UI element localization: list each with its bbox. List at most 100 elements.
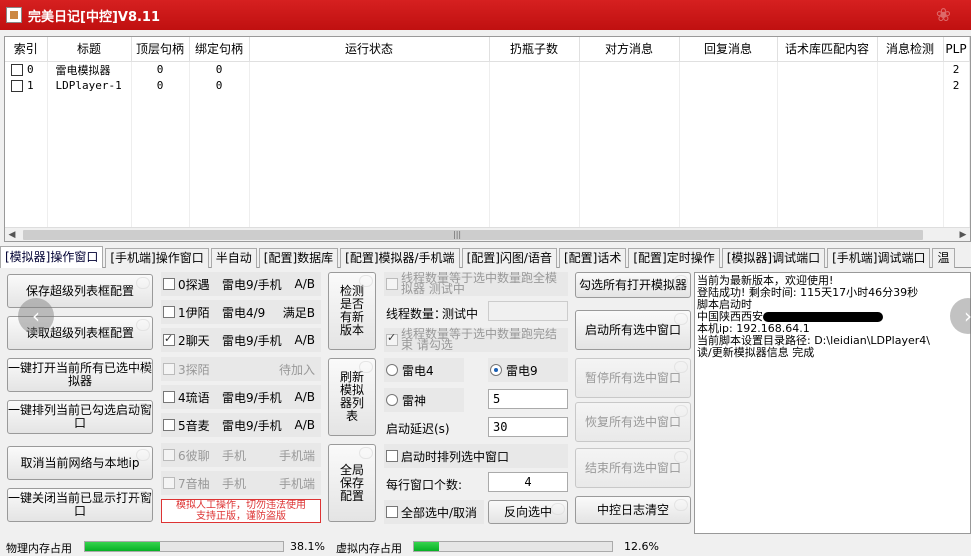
launch-delay-label: 启动延迟(s) xyxy=(386,422,450,436)
grid-header[interactable]: 扔瓶子数 xyxy=(489,37,580,62)
check-update-button[interactable]: 检测是否有新版本 xyxy=(328,272,376,350)
tab-phone-debug-port[interactable]: [手机端]调试端口 xyxy=(827,248,931,268)
table-row[interactable]: 0 雷电模拟器 0 0 2 xyxy=(5,61,970,78)
tab-config-scripts[interactable]: [配置]话术 xyxy=(558,248,627,268)
tab-config-emulator-phone[interactable]: [配置]模拟器/手机端 xyxy=(340,248,460,268)
option-checkbox-checked[interactable] xyxy=(163,332,175,346)
thread-run-all-checkbox: 线程数量等于选中数量跑全模拟器 测试中 xyxy=(384,272,568,296)
grid-header[interactable]: PLP xyxy=(943,37,970,62)
redacted-block xyxy=(763,312,883,322)
thread-count-field xyxy=(488,301,568,321)
option-5[interactable]: 5音麦 雷电9/手机 A/B xyxy=(161,413,321,437)
grid-header[interactable]: 话术库匹配内容 xyxy=(777,37,878,62)
option-checkbox[interactable] xyxy=(163,306,175,318)
row-title: 雷电模拟器 xyxy=(47,61,132,78)
tab-emulator-debug-port[interactable]: [模拟器]调试端口 xyxy=(721,248,826,268)
row-title: LDPlayer-1 xyxy=(47,77,132,94)
physical-memory-fill xyxy=(85,542,161,551)
arrange-selected-windows-button[interactable]: 一键排列当前已勾选启动窗口 xyxy=(7,400,153,434)
option-3: 3探陌 待加入 xyxy=(161,357,321,381)
windows-per-row-label: 每行窗口个数: xyxy=(386,478,463,492)
grid-header[interactable]: 消息检测 xyxy=(877,37,944,62)
tab-config-schedule[interactable]: [配置]定时操作 xyxy=(628,248,720,268)
option-checkbox xyxy=(163,363,175,375)
option-2[interactable]: 2聊天 雷电9/手机 A/B xyxy=(161,328,321,352)
status-bar: 物理内存占用 38.1% 虚拟内存占用 12.6% xyxy=(0,538,971,555)
scroll-left-icon[interactable]: ◀ xyxy=(5,228,19,242)
emulator-list[interactable]: 索引 标题 顶层句柄 绑定句柄 运行状态 扔瓶子数 对方消息 回复消息 话术库匹… xyxy=(4,36,971,242)
grid-header[interactable]: 绑定句柄 xyxy=(189,37,250,62)
option-4[interactable]: 4琉语 雷电9/手机 A/B xyxy=(161,385,321,409)
app-icon xyxy=(6,7,22,23)
option-checkbox xyxy=(163,477,175,489)
option-checkbox[interactable] xyxy=(163,419,175,431)
option-checkbox[interactable] xyxy=(163,391,175,403)
tab-config-database[interactable]: [配置]数据库 xyxy=(258,248,339,268)
thread-count-label: 线程数量： xyxy=(386,307,447,321)
tab-emulator-ops[interactable]: [模拟器]操作窗口 xyxy=(0,246,104,268)
grid-header-row: 索引 标题 顶层句柄 绑定句柄 运行状态 扔瓶子数 对方消息 回复消息 话术库匹… xyxy=(5,37,970,62)
physical-memory-percent: 38.1% xyxy=(290,540,325,553)
option-1[interactable]: 1伊陌 雷电4/9 满足B xyxy=(161,300,321,324)
save-global-config-button[interactable]: 全局保存配置 xyxy=(328,444,376,522)
thread-count-value: 测试中 xyxy=(442,307,479,321)
tab-phone-ops[interactable]: [手机端]操作窗口 xyxy=(105,248,209,268)
tab-config-image-voice[interactable]: [配置]闪图/语音 xyxy=(461,248,557,268)
option-6: 6彼聊 手机 手机端 xyxy=(161,443,321,467)
pause-selected-windows-button: 暂停所有选中窗口 xyxy=(575,358,691,398)
row-top-handle: 0 xyxy=(131,77,190,94)
start-selected-windows-button[interactable]: 启动所有选中窗口 xyxy=(575,310,691,350)
row-plp: 2 xyxy=(943,61,970,78)
virtual-memory-percent: 12.6% xyxy=(624,540,659,553)
scroll-right-icon[interactable]: ▶ xyxy=(956,228,970,242)
check-open-emulators-button[interactable]: 勾选所有打开模拟器 xyxy=(575,272,691,298)
radio-ld4[interactable]: 雷电4 xyxy=(384,358,464,382)
grid-header[interactable]: 回复消息 xyxy=(679,37,778,62)
arrange-on-launch-checkbox[interactable]: 启动时排列选中窗口 xyxy=(384,444,568,468)
tab-semi-auto[interactable]: 半自动 xyxy=(210,248,257,268)
grid-header[interactable]: 顶层句柄 xyxy=(131,37,190,62)
select-all-checkbox[interactable]: 全部选中/取消 xyxy=(384,500,484,524)
windows-per-row-field[interactable]: 4 xyxy=(488,472,568,492)
title-bar: 完美日记[中控]V8.11 ❀ xyxy=(0,0,971,30)
stop-selected-windows-button: 结束所有选中窗口 xyxy=(575,448,691,488)
row-index: 0 xyxy=(27,63,34,76)
option-checkbox[interactable] xyxy=(163,278,175,290)
log-line: 读/更新模拟器信息 完成 xyxy=(697,346,815,359)
row-plp: 2 xyxy=(943,77,970,94)
scrollbar-thumb[interactable]: ||| xyxy=(23,230,923,240)
open-selected-emulators-button[interactable]: 一键打开当前所有已选中模拟器 xyxy=(7,358,153,392)
thread-run-done-checkbox: 线程数量等于选中数量跑完结束 请勾选 xyxy=(384,328,568,352)
invert-selection-button[interactable]: 反向选中 xyxy=(488,500,568,524)
option-0[interactable]: 0探遇 雷电9/手机 A/B xyxy=(161,272,321,296)
clear-log-button[interactable]: 中控日志清空 xyxy=(575,496,691,524)
row-bind-handle: 0 xyxy=(189,77,250,94)
horizontal-scrollbar[interactable]: ◀ ||| ▶ xyxy=(5,227,970,241)
option-7: 7音柚 手机 手机端 xyxy=(161,471,321,495)
option-checkbox xyxy=(163,449,175,461)
close-shown-windows-button[interactable]: 一键关闭当前已显示打开窗口 xyxy=(7,488,153,522)
grid-header[interactable]: 对方消息 xyxy=(579,37,680,62)
cancel-network-ip-button[interactable]: 取消当前网络与本地ip xyxy=(7,446,153,480)
refresh-emulators-button[interactable]: 刷新模拟器列表 xyxy=(328,358,376,436)
radio-ld9[interactable]: 雷电9 xyxy=(488,358,568,382)
grid-header[interactable]: 运行状态 xyxy=(249,37,490,62)
grid-header[interactable]: 标题 xyxy=(47,37,132,62)
emulator-ops-panel: 保存超级列表框配置 读取超级列表框配置 一键打开当前所有已选中模拟器 一键排列当… xyxy=(0,268,971,538)
table-row[interactable]: 1 LDPlayer-1 0 0 2 xyxy=(5,77,970,94)
resume-selected-windows-button: 恢复所有选中窗口 xyxy=(575,402,691,442)
physical-memory-bar xyxy=(84,541,284,552)
tab-bar: [模拟器]操作窗口 [手机端]操作窗口 半自动 [配置]数据库 [配置]模拟器/… xyxy=(0,246,971,268)
tab-more[interactable]: 温 xyxy=(932,248,955,268)
row-index: 1 xyxy=(27,79,34,92)
row-checkbox[interactable] xyxy=(11,80,23,92)
row-checkbox[interactable] xyxy=(11,64,23,76)
radio-leishen[interactable]: 雷神 xyxy=(384,388,464,412)
virtual-memory-fill xyxy=(414,542,439,551)
log-output[interactable]: 当前为最新版本，欢迎使用! 登陆成功! 剩余时间: 115天17小时46分39秒脚… xyxy=(694,272,971,534)
leishen-field[interactable]: 5 xyxy=(488,389,568,409)
grid-header[interactable]: 索引 xyxy=(5,37,48,62)
launch-delay-field[interactable]: 30 xyxy=(488,417,568,437)
warning-notice: 模拟人工操作，切勿违法使用 支持正版，谨防盗版 xyxy=(161,499,321,523)
prev-arrow-icon[interactable]: ‹ xyxy=(18,298,54,334)
